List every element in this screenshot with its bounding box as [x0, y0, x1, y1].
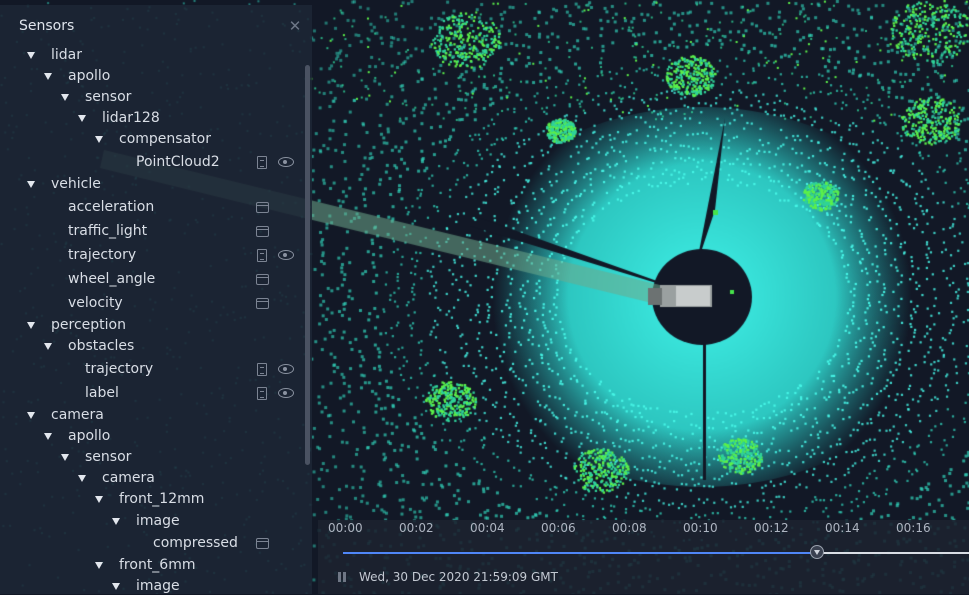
expand-toggle-icon[interactable]: [112, 518, 120, 525]
expand-toggle-icon[interactable]: [78, 475, 86, 482]
timeline-tick-label: 00:12: [754, 521, 789, 535]
tree-node-label[interactable]: traffic_light: [68, 222, 147, 240]
tree-node-label[interactable]: label: [85, 384, 119, 402]
tree-node-label[interactable]: trajectory: [68, 246, 136, 264]
tree-node-label[interactable]: compressed: [153, 534, 238, 552]
tree-node-label[interactable]: apollo: [68, 427, 110, 445]
tree-node-label[interactable]: obstacles: [68, 337, 134, 355]
tree-node-label[interactable]: sensor: [85, 448, 131, 466]
expand-toggle-icon[interactable]: [44, 433, 52, 440]
pause-icon[interactable]: [338, 572, 347, 582]
expand-toggle-icon[interactable]: [27, 412, 35, 419]
expand-toggle-icon[interactable]: [44, 343, 52, 350]
timeline-datetime: Wed, 30 Dec 2020 21:59:09 GMT: [359, 570, 558, 584]
eye-icon[interactable]: [278, 250, 294, 260]
expand-toggle-icon[interactable]: [95, 136, 103, 143]
tree-node-label[interactable]: compensator: [119, 130, 211, 148]
timeline-tick-label: 00:00: [328, 521, 363, 535]
tree-node-label[interactable]: lidar128: [102, 109, 160, 127]
panel-icon[interactable]: [256, 226, 269, 237]
timeline-tick-label: 00:14: [825, 521, 860, 535]
expand-toggle-icon[interactable]: [44, 73, 52, 80]
tree-node-label[interactable]: apollo: [68, 67, 110, 85]
tree-node-label[interactable]: trajectory: [85, 360, 153, 378]
tree-node-label[interactable]: perception: [51, 316, 126, 334]
tree-node-label[interactable]: PointCloud2: [136, 153, 220, 171]
file-icon[interactable]: [257, 156, 267, 169]
panel-icon[interactable]: [256, 298, 269, 309]
timeline-progress: [343, 552, 819, 554]
tree-node-label[interactable]: camera: [102, 469, 155, 487]
expand-toggle-icon[interactable]: [27, 52, 35, 59]
eye-icon[interactable]: [278, 364, 294, 374]
expand-toggle-icon[interactable]: [95, 562, 103, 569]
tree-node-label[interactable]: sensor: [85, 88, 131, 106]
file-icon[interactable]: [257, 387, 267, 400]
tree-node-label[interactable]: image: [136, 512, 180, 530]
tree-node-label[interactable]: vehicle: [51, 175, 101, 193]
eye-icon[interactable]: [278, 388, 294, 398]
timeline-tick-label: 00:10: [683, 521, 718, 535]
expand-toggle-icon[interactable]: [61, 454, 69, 461]
timeline-bar: 00:00 00:02 00:04 00:06 00:08 00:10 00:12 00:14…: [318, 520, 969, 594]
panel-icon[interactable]: [256, 538, 269, 549]
expand-toggle-icon[interactable]: [27, 181, 35, 188]
expand-toggle-icon[interactable]: [78, 115, 86, 122]
timeline-tick-label: 00:06: [541, 521, 576, 535]
expand-toggle-icon[interactable]: [95, 496, 103, 503]
tree-node-label[interactable]: camera: [51, 406, 104, 424]
file-icon[interactable]: [257, 363, 267, 376]
timeline-tick-label: 00:02: [399, 521, 434, 535]
panel-icon[interactable]: [256, 202, 269, 213]
panel-icon[interactable]: [256, 274, 269, 285]
tree-node-label[interactable]: image: [136, 577, 180, 595]
tree-node-label[interactable]: front_6mm: [119, 556, 196, 574]
sensors-panel: Sensors ✕ lidar apollo sensor lidar128 compe…: [0, 5, 312, 594]
expand-toggle-icon[interactable]: [27, 322, 35, 329]
panel-scrollbar[interactable]: [305, 65, 310, 465]
tree-node-label[interactable]: velocity: [68, 294, 123, 312]
timeline-scrubber-handle[interactable]: [809, 545, 824, 559]
timeline-track[interactable]: [343, 545, 969, 559]
eye-icon[interactable]: [278, 157, 294, 167]
tree-node-label[interactable]: lidar: [51, 46, 82, 64]
file-icon[interactable]: [257, 249, 267, 262]
tree-node-label[interactable]: wheel_angle: [68, 270, 155, 288]
timeline-tick-label: 00:16: [896, 521, 931, 535]
tree-node-label[interactable]: acceleration: [68, 198, 154, 216]
expand-toggle-icon[interactable]: [61, 94, 69, 101]
expand-toggle-icon[interactable]: [112, 583, 120, 590]
sensor-tree: lidar apollo sensor lidar128 compensator Poin…: [0, 5, 312, 594]
timeline-tick-label: 00:08: [612, 521, 647, 535]
timeline-tick-label: 00:04: [470, 521, 505, 535]
tree-node-label[interactable]: front_12mm: [119, 490, 204, 508]
